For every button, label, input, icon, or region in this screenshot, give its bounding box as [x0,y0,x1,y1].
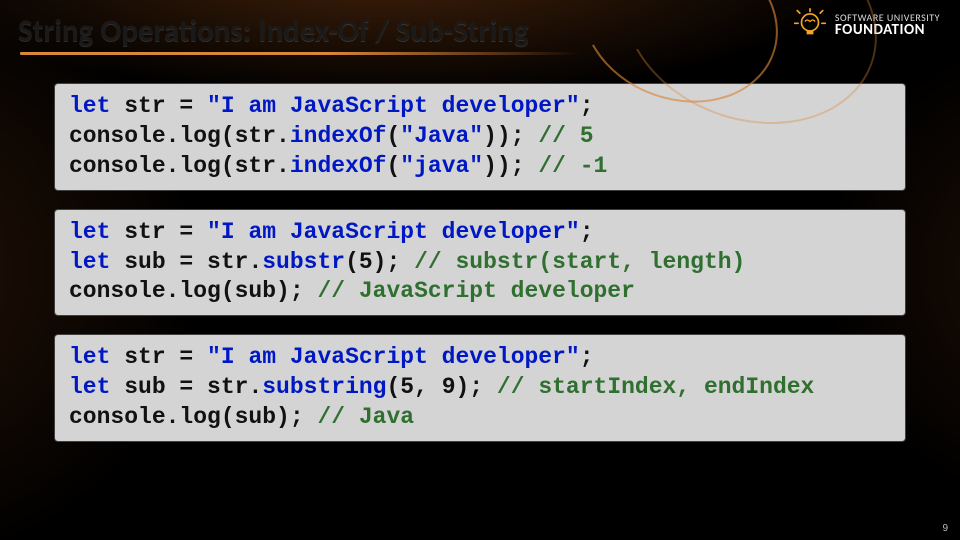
code-line: let sub = str.substring(5, 9); // startI… [69,373,891,403]
code-line: console.log(sub); // JavaScript develope… [69,277,891,307]
code-line: let str = "I am JavaScript developer"; [69,218,891,248]
code-block-3: let str = "I am JavaScript developer"; l… [54,334,906,442]
code-line: let str = "I am JavaScript developer"; [69,343,891,373]
code-line: console.log(sub); // Java [69,403,891,433]
code-block-2: let str = "I am JavaScript developer"; l… [54,209,906,317]
code-line: console.log(str.indexOf("Java")); // 5 [69,122,891,152]
page-number: 9 [942,523,948,534]
code-line: console.log(str.indexOf("java")); // -1 [69,152,891,182]
code-line: let sub = str.substr(5); // substr(start… [69,248,891,278]
